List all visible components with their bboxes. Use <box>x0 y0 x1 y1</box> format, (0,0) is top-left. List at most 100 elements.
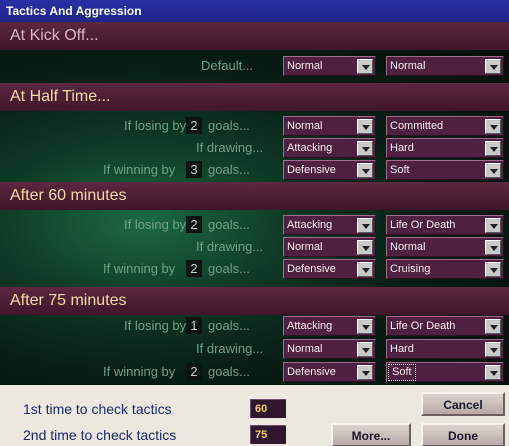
after-75-drawing-tactic-dropdown[interactable]: Normal <box>283 339 376 359</box>
dropdown-value: Soft <box>390 164 410 176</box>
after-75-losing-tactic-dropdown[interactable]: Attacking <box>283 316 376 336</box>
first-check-label: 1st time to check tactics <box>23 401 172 417</box>
first-check-value[interactable]: 60 <box>250 399 286 418</box>
dropdown-value: Normal <box>287 241 323 253</box>
dropdown-value: Normal <box>390 60 426 72</box>
half-time-drawing-aggression-dropdown[interactable]: Hard <box>386 138 504 158</box>
kickoff-tactic-dropdown[interactable]: Normal <box>283 56 376 76</box>
chevron-down-icon[interactable] <box>485 163 501 178</box>
dropdown-value: Hard <box>390 343 414 355</box>
dropdown-value: Attacking <box>287 142 333 154</box>
dropdown-value: Attacking <box>287 320 333 332</box>
second-check-label: 2nd time to check tactics <box>23 427 177 443</box>
dropdown-value: Defensive <box>287 263 336 275</box>
dropdown-value: Attacking <box>287 219 333 231</box>
chevron-down-icon[interactable] <box>357 262 373 277</box>
half-time-drawing-tactic-dropdown[interactable]: Attacking <box>283 138 376 158</box>
after-75-winning-tactic-dropdown[interactable]: Defensive <box>283 362 376 382</box>
chevron-down-icon[interactable] <box>485 262 501 277</box>
goals-label: goals... <box>208 364 250 379</box>
chevron-down-icon[interactable] <box>485 59 501 74</box>
dropdown-value: Committed <box>390 120 444 132</box>
dropdown-value: Defensive <box>287 164 336 176</box>
after-75-winning-aggression-dropdown[interactable]: Soft <box>386 362 504 382</box>
half-time-winning-aggression-dropdown[interactable]: Soft <box>386 160 504 180</box>
winning-by-label: If winning by <box>103 261 176 276</box>
dropdown-value: Cruising <box>390 263 431 275</box>
dropdown-value: Life Or Death <box>390 320 456 332</box>
second-check-value[interactable]: 75 <box>250 425 286 444</box>
after-75-drawing-aggression-dropdown[interactable]: Hard <box>386 339 504 359</box>
window-title: Tactics And Aggression <box>6 4 142 18</box>
section-header-kickoff: At Kick Off... <box>0 22 509 50</box>
losing-by-label: If losing by <box>124 217 187 232</box>
chevron-down-icon[interactable] <box>485 119 501 134</box>
goals-label: goals... <box>208 118 250 133</box>
section-title-half-time: At Half Time... <box>10 88 111 105</box>
losing-goals-value[interactable]: 2 <box>186 117 202 134</box>
chevron-down-icon[interactable] <box>357 218 373 233</box>
winning-goals-value[interactable]: 3 <box>186 161 202 178</box>
section-header-after-75: After 75 minutes <box>0 287 509 315</box>
half-time-losing-aggression-dropdown[interactable]: Committed <box>386 116 504 136</box>
window-title-bar: Tactics And Aggression <box>0 0 509 22</box>
chevron-down-icon[interactable] <box>485 342 501 357</box>
dropdown-value: Normal <box>287 343 323 355</box>
dropdown-value: Normal <box>390 241 426 253</box>
default-label: Default... <box>201 58 254 73</box>
chevron-down-icon[interactable] <box>357 119 373 134</box>
dropdown-value: Defensive <box>287 366 336 378</box>
losing-goals-value[interactable]: 2 <box>186 216 202 233</box>
winning-by-label: If winning by <box>103 162 176 177</box>
chevron-down-icon[interactable] <box>485 240 501 255</box>
dropdown-value: Hard <box>390 142 414 154</box>
goals-label: goals... <box>208 261 250 276</box>
dropdown-value: Life Or Death <box>390 219 456 231</box>
drawing-label: If drawing... <box>196 239 264 254</box>
losing-goals-value[interactable]: 1 <box>186 317 202 334</box>
chevron-down-icon[interactable] <box>357 365 373 380</box>
goals-label: goals... <box>208 318 250 333</box>
after-60-drawing-aggression-dropdown[interactable]: Normal <box>386 237 504 257</box>
half-time-winning-tactic-dropdown[interactable]: Defensive <box>283 160 376 180</box>
dropdown-value: Soft <box>388 364 416 381</box>
chevron-down-icon[interactable] <box>357 59 373 74</box>
winning-goals-value[interactable]: 2 <box>186 260 202 277</box>
tactics-panel: At Kick Off... Default... Normal Normal … <box>0 22 509 385</box>
dropdown-value: Normal <box>287 120 323 132</box>
goals-label: goals... <box>208 217 250 232</box>
dropdown-value: Normal <box>287 60 323 72</box>
kickoff-aggression-dropdown[interactable]: Normal <box>386 56 504 76</box>
after-75-losing-aggression-dropdown[interactable]: Life Or Death <box>386 316 504 336</box>
chevron-down-icon[interactable] <box>357 240 373 255</box>
section-header-after-60: After 60 minutes <box>0 182 509 210</box>
section-title-after-60: After 60 minutes <box>10 187 127 204</box>
done-button[interactable]: Done <box>421 423 505 446</box>
winning-by-label: If winning by <box>103 364 176 379</box>
winning-goals-value[interactable]: 2 <box>186 363 202 380</box>
section-title-kickoff: At Kick Off... <box>10 27 99 44</box>
chevron-down-icon[interactable] <box>357 141 373 156</box>
after-60-losing-tactic-dropdown[interactable]: Attacking <box>283 215 376 235</box>
chevron-down-icon[interactable] <box>485 319 501 334</box>
after-60-drawing-tactic-dropdown[interactable]: Normal <box>283 237 376 257</box>
chevron-down-icon[interactable] <box>485 141 501 156</box>
chevron-down-icon[interactable] <box>357 342 373 357</box>
drawing-label: If drawing... <box>196 341 264 356</box>
losing-by-label: If losing by <box>124 318 187 333</box>
chevron-down-icon[interactable] <box>357 319 373 334</box>
cancel-button[interactable]: Cancel <box>421 392 505 416</box>
section-title-after-75: After 75 minutes <box>10 292 127 309</box>
goals-label: goals... <box>208 162 250 177</box>
more-button[interactable]: More... <box>331 423 411 446</box>
losing-by-label: If losing by <box>124 118 187 133</box>
after-60-winning-aggression-dropdown[interactable]: Cruising <box>386 259 504 279</box>
after-60-winning-tactic-dropdown[interactable]: Defensive <box>283 259 376 279</box>
half-time-losing-tactic-dropdown[interactable]: Normal <box>283 116 376 136</box>
section-header-half-time: At Half Time... <box>0 83 509 111</box>
chevron-down-icon[interactable] <box>485 365 501 380</box>
after-60-losing-aggression-dropdown[interactable]: Life Or Death <box>386 215 504 235</box>
drawing-label: If drawing... <box>196 140 264 155</box>
chevron-down-icon[interactable] <box>485 218 501 233</box>
chevron-down-icon[interactable] <box>357 163 373 178</box>
